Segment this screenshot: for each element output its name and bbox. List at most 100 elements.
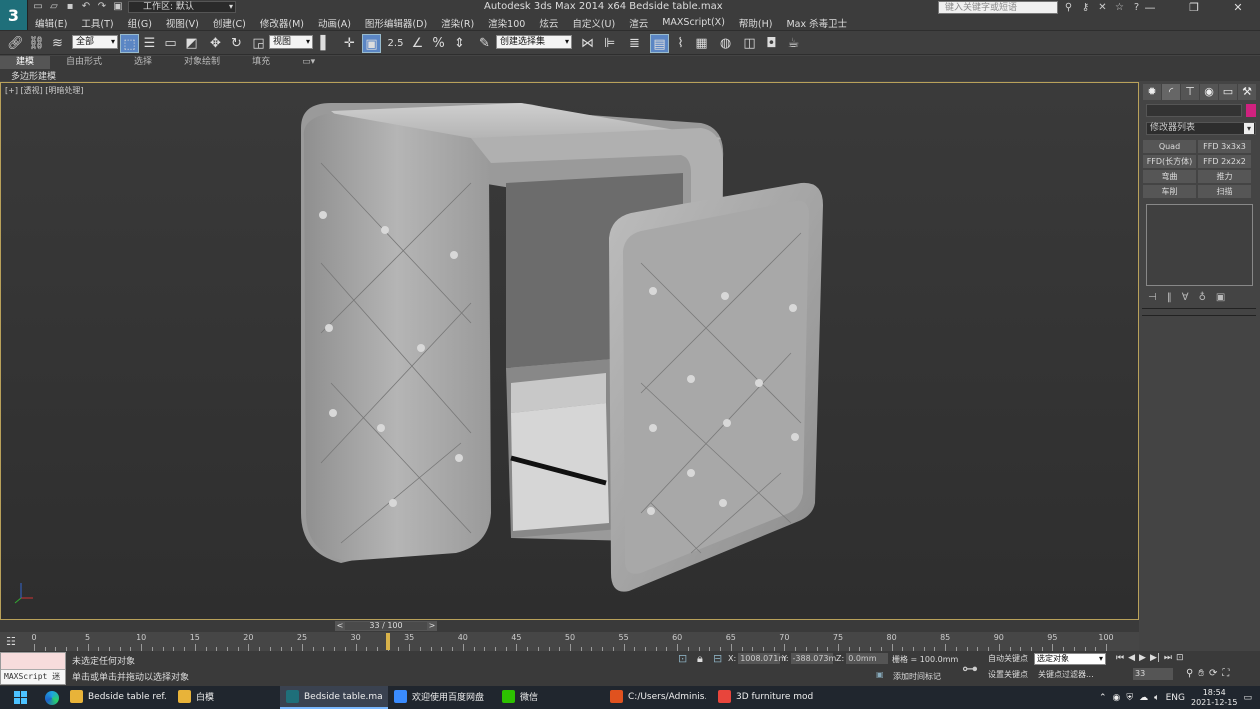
taskbar-item[interactable]: 微信 <box>496 686 604 709</box>
modifier-ffd-2x2x2[interactable]: FFD 2x2x2 <box>1198 155 1251 168</box>
goto-start-icon[interactable]: ⏮ <box>1116 653 1124 663</box>
mirror-icon[interactable]: ⋈ <box>578 34 597 53</box>
menu-help[interactable]: 帮助(H) <box>732 16 780 30</box>
time-cursor[interactable] <box>385 633 390 650</box>
taskbar-item[interactable]: 3D furniture mod... <box>712 686 820 709</box>
snap-toggle-icon[interactable]: 2.5 <box>386 34 405 53</box>
taskbar-item[interactable]: 白模 <box>172 686 280 709</box>
new-file-icon[interactable]: ▭ <box>32 1 44 13</box>
open-file-icon[interactable]: ▱ <box>48 1 60 13</box>
unlink-icon[interactable]: ⛓︎ <box>27 34 46 53</box>
save-icon[interactable]: ▪ <box>64 1 76 13</box>
rendered-frame-icon[interactable]: ◘ <box>762 34 781 53</box>
select-object-icon[interactable]: ⬚ <box>120 34 139 53</box>
ribbon-options-icon[interactable]: ▭▾ <box>286 56 331 69</box>
maximize-button[interactable]: ❐ <box>1172 0 1216 15</box>
taskbar-item[interactable]: Bedside table.ma... <box>280 686 388 709</box>
absolute-mode-icon[interactable]: ⊟ <box>713 652 722 665</box>
motion-tab-icon[interactable]: ◉ <box>1200 84 1218 100</box>
perspective-viewport[interactable]: [+] [透视] [明暗处理] <box>0 82 1139 620</box>
modifier-quad-chamfer[interactable]: Quad Chamfer <box>1143 140 1196 164</box>
prev-frame-icon[interactable]: ◀ <box>1128 653 1135 663</box>
object-color-swatch[interactable] <box>1246 104 1256 117</box>
object-name-field[interactable] <box>1146 104 1242 117</box>
tab-populate[interactable]: 填充 <box>236 56 286 69</box>
ribbon-poly-modeling[interactable]: 多边形建模 <box>0 72 56 82</box>
modifier-list-dropdown[interactable]: 修改器列表 <box>1146 122 1256 135</box>
exchange-icon[interactable]: ✕ <box>1096 1 1109 14</box>
orbit-icon[interactable]: ⟳ <box>1209 668 1217 679</box>
percent-snap-icon[interactable]: % <box>429 34 448 53</box>
star-icon[interactable]: ☆ <box>1113 1 1126 14</box>
ribbon-toggle-icon[interactable]: ▤ <box>650 34 669 53</box>
volume-icon[interactable]: 🔈︎ <box>1154 693 1159 703</box>
tab-selection[interactable]: 选择 <box>118 56 168 69</box>
angle-snap-icon[interactable]: ∠ <box>408 34 427 53</box>
goto-end-icon[interactable]: ⏭ <box>1164 653 1172 663</box>
manipulate-icon[interactable]: ✛ <box>340 34 359 53</box>
binoculars-icon[interactable]: ⚲ <box>1062 1 1075 14</box>
maximize-viewport-icon[interactable]: ⛶ <box>1222 668 1229 679</box>
key-filters-button[interactable]: 关键点过滤器... <box>1038 669 1094 680</box>
menu-modifiers[interactable]: 修改器(M) <box>253 16 311 30</box>
tray-app-icon[interactable]: ◉ <box>1113 693 1121 703</box>
tab-freeform[interactable]: 自由形式 <box>50 56 118 69</box>
clock[interactable]: 18:54 2021-12-15 <box>1191 688 1238 708</box>
render-icon[interactable]: ☕︎ <box>784 34 803 53</box>
menu-rendering[interactable]: 渲染(R) <box>434 16 481 30</box>
make-unique-icon[interactable]: ∀ <box>1182 292 1189 303</box>
layer-manager-icon[interactable]: ≣ <box>625 34 644 53</box>
close-button[interactable]: ✕ <box>1216 0 1260 15</box>
time-slider[interactable]: 33 / 100 <box>335 621 437 631</box>
configure-sets-icon[interactable]: ▣ <box>1216 292 1225 303</box>
x-coord-field[interactable]: 1008.071m <box>738 653 786 664</box>
y-coord-field[interactable]: -388.073m <box>790 653 836 664</box>
rect-selection-icon[interactable]: ▭ <box>161 34 180 53</box>
language-indicator[interactable]: ENG <box>1166 693 1185 703</box>
move-icon[interactable]: ✥ <box>206 34 225 53</box>
bedside-table-model[interactable] <box>301 103 823 592</box>
edit-named-sel-icon[interactable]: ✎ <box>475 34 494 53</box>
modifier-ffd-3x3x3[interactable]: FFD 3x3x3 <box>1198 140 1251 153</box>
play-icon[interactable]: ▶ <box>1139 653 1146 663</box>
lock-icon[interactable]: 🔒︎ <box>697 652 703 666</box>
scale-icon[interactable]: ◲ <box>249 34 268 53</box>
taskbar-item[interactable]: 欢迎使用百度网盘 <box>388 686 496 709</box>
menu-render100[interactable]: 渲染100 <box>481 16 532 30</box>
menu-maxscript[interactable]: MAXScript(X) <box>655 17 732 28</box>
add-time-tag-icon[interactable]: ▣ <box>876 670 884 679</box>
key-icon[interactable]: ⚷ <box>1079 1 1092 14</box>
curve-editor-icon[interactable]: ⌇ <box>671 34 690 53</box>
next-frame-icon[interactable]: ▶| <box>1150 653 1160 663</box>
pan-icon[interactable]: ✋︎ <box>1198 668 1204 679</box>
taskbar-item[interactable]: C:/Users/Adminis... <box>604 686 712 709</box>
set-key-icon[interactable]: ⊶ <box>962 659 978 678</box>
menu-group[interactable]: 组(G) <box>121 16 159 30</box>
remove-modifier-icon[interactable]: ♁ <box>1199 292 1206 303</box>
z-coord-field[interactable]: 0.0mm <box>846 653 889 664</box>
auto-key-button[interactable]: 自动关键点 <box>988 653 1028 664</box>
maxscript-listener[interactable]: MAXScript 迷 <box>0 652 66 685</box>
zoom-icon[interactable]: ⚲ <box>1186 668 1193 679</box>
link-icon[interactable]: 🔗︎ <box>6 34 25 53</box>
undo-icon[interactable]: ↶ <box>80 1 92 13</box>
spinner-snap-icon[interactable]: ⇕ <box>450 34 469 53</box>
modifier-bend[interactable]: 弯曲 <box>1143 170 1196 183</box>
menu-xuanyun2[interactable]: 渲云 <box>622 16 655 30</box>
add-time-tag[interactable]: 添加时间标记 <box>893 671 941 682</box>
track-bar[interactable]: ☷ 0 5 10 15 20 25 30 35 40 45 50 55 60 65 70 75 80 85 90 95… <box>0 632 1139 651</box>
redo-icon[interactable]: ↷ <box>96 1 108 13</box>
create-tab-icon[interactable]: ✹ <box>1143 84 1161 100</box>
material-editor-icon[interactable]: ◍ <box>716 34 735 53</box>
modify-tab-icon[interactable]: ◜ <box>1162 84 1180 100</box>
notifications-icon[interactable]: ▭ <box>1243 693 1252 703</box>
project-icon[interactable]: ▣ <box>112 1 124 13</box>
selection-filter-dropdown[interactable]: 全部 <box>72 35 118 49</box>
tab-modeling[interactable]: 建模 <box>0 56 51 69</box>
select-by-name-icon[interactable]: ☰ <box>140 34 159 53</box>
pivot-icon[interactable]: ▌ <box>316 34 335 53</box>
key-mode-dropdown[interactable]: 选定对象 <box>1034 653 1106 665</box>
utilities-tab-icon[interactable]: ⚒ <box>1238 84 1256 100</box>
menu-edit[interactable]: 编辑(E) <box>28 16 74 30</box>
show-end-result-icon[interactable]: ‖ <box>1167 292 1172 303</box>
